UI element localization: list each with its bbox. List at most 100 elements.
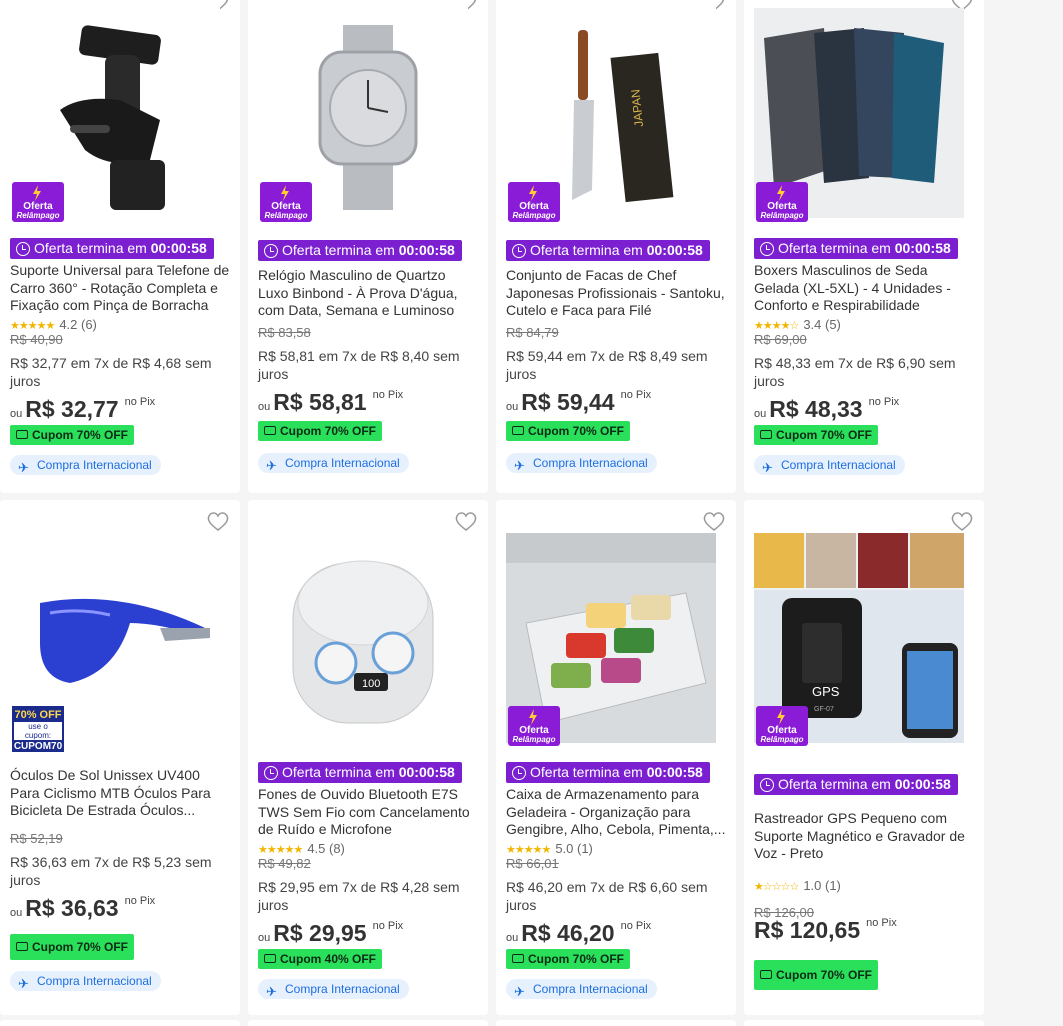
gps-device-label: GPS xyxy=(812,684,840,699)
product-image-phone-holder[interactable] xyxy=(10,0,220,210)
clock-icon xyxy=(760,241,774,256)
lightning-icon xyxy=(33,185,41,201)
watch-image xyxy=(258,0,468,210)
intl-label: Compra Internacional xyxy=(533,982,648,996)
timer-label: Oferta termina em xyxy=(34,240,147,256)
product-card[interactable]: Oferta Relâmpago Oferta termina em 00:00… xyxy=(248,0,488,493)
badge-line1: Oferta xyxy=(767,725,797,736)
product-card[interactable]: Oferta Relâmpago Oferta termina em 00:00… xyxy=(744,0,984,493)
pix-label: no Pix xyxy=(868,396,900,408)
rating-stars: ★★★★★ xyxy=(506,844,551,856)
rating-value: 3.4 (5) xyxy=(803,317,841,332)
product-rating: ★★★★★ 4.5 (8) xyxy=(258,841,345,856)
product-title[interactable]: Boxers Masculinos de Seda Gelada (XL-5XL… xyxy=(754,262,974,315)
pix-label: no Pix xyxy=(372,389,404,401)
product-image-knives[interactable]: JAPAN xyxy=(506,0,716,210)
rating-value: 4.5 (8) xyxy=(307,841,345,856)
badge-line2: Relâmpago xyxy=(512,735,556,744)
offer-timer: Oferta termina em 00:00:58 xyxy=(754,774,958,795)
next-row-card xyxy=(496,1020,736,1026)
product-title[interactable]: Relógio Masculino de Quartzo Luxo Binbon… xyxy=(258,267,478,320)
product-card[interactable]: 70% OFF use o cupom: CUPOM70 Óculos De S… xyxy=(0,500,240,1015)
earbuds-image: 100 xyxy=(258,533,468,743)
pix-price: ou R$ 32,77 no Pix xyxy=(10,396,155,423)
favorite-heart-icon[interactable] xyxy=(206,510,230,532)
flash-offer-badge: Oferta Relâmpago xyxy=(756,706,808,746)
timer-label: Oferta termina em xyxy=(530,764,643,780)
coupon-tag[interactable]: Cupom 70% OFF xyxy=(258,421,383,441)
product-title[interactable]: Caixa de Armazenamento para Geladeira - … xyxy=(506,786,726,839)
product-card[interactable]: JAPAN Oferta Relâmpago Oferta termina em… xyxy=(496,0,736,493)
pix-label: no Pix xyxy=(124,396,156,408)
lightning-icon xyxy=(529,709,537,725)
international-purchase-tag: ✈ Compra Internacional xyxy=(506,979,657,999)
flash-offer-badge: Oferta Relâmpago xyxy=(756,182,808,222)
product-title[interactable]: Óculos De Sol Unissex UV400 Para Ciclism… xyxy=(10,767,230,820)
price-prefix: ou xyxy=(506,932,519,944)
coupon-tag[interactable]: Cupom 40% OFF xyxy=(258,949,383,969)
product-card[interactable]: Oferta Relâmpago Oferta termina em 00:00… xyxy=(496,500,736,1015)
clock-icon xyxy=(512,765,526,780)
favorite-heart-icon[interactable] xyxy=(454,510,478,532)
flash-offer-badge: Oferta Relâmpago xyxy=(508,706,560,746)
product-title[interactable]: Fones de Ouvido Bluetooth E7S TWS Sem Fi… xyxy=(258,786,478,839)
airplane-icon: ✈ xyxy=(514,984,525,999)
clock-icon xyxy=(16,241,30,256)
rating-stars: ★★★★☆ xyxy=(754,320,799,332)
product-card[interactable]: 100 Oferta termina em 00:00:58 Fones de … xyxy=(248,500,488,1015)
coupon-tag[interactable]: Cupom 70% OFF xyxy=(754,960,879,990)
old-price: R$ 83,58 xyxy=(258,325,311,340)
badge-line2: Relâmpago xyxy=(760,211,804,220)
installments: R$ 32,77 em 7x de R$ 4,68 sem juros xyxy=(10,355,212,389)
rating-value: 5.0 (1) xyxy=(555,841,593,856)
coupon-tag[interactable]: Cupom 70% OFF xyxy=(10,425,135,445)
offer-timer: Oferta termina em 00:00:58 xyxy=(258,762,462,783)
product-card[interactable]: GPS GF-07 Oferta Relâmpago Oferta termin… xyxy=(744,500,984,1015)
timer-value: 00:00:58 xyxy=(894,240,951,256)
price-value: R$ 36,63 xyxy=(25,895,119,921)
favorite-heart-icon[interactable] xyxy=(702,510,726,532)
lightning-icon xyxy=(777,185,785,201)
favorite-heart-icon[interactable] xyxy=(950,510,974,532)
old-price: R$ 49,82 xyxy=(258,856,311,871)
coupon-label: Cupom 70% OFF xyxy=(776,968,873,982)
product-image-earbuds[interactable]: 100 xyxy=(258,533,468,743)
pix-label: no Pix xyxy=(124,895,156,907)
old-price: R$ 84,79 xyxy=(506,325,559,340)
product-image-watch[interactable] xyxy=(258,0,468,210)
coupon-label: Cupom 70% OFF xyxy=(32,428,129,442)
coupon-tag[interactable]: Cupom 70% OFF xyxy=(10,934,135,960)
gps-device-model: GF-07 xyxy=(814,706,834,713)
phone-holder-image xyxy=(10,0,220,210)
product-title[interactable]: Conjunto de Facas de Chef Japonesas Prof… xyxy=(506,267,726,320)
intl-label: Compra Internacional xyxy=(37,974,152,988)
coupon-tag[interactable]: Cupom 70% OFF xyxy=(506,949,631,969)
installments: R$ 48,33 em 7x de R$ 6,90 sem juros xyxy=(754,355,956,389)
price-value: R$ 32,77 xyxy=(25,396,119,422)
coupon-tag[interactable]: Cupom 70% OFF xyxy=(754,425,879,445)
flash-offer-badge: Oferta Relâmpago xyxy=(12,182,64,222)
intl-label: Compra Internacional xyxy=(781,458,896,472)
coupon-label: Cupom 70% OFF xyxy=(280,424,377,438)
timer-value: 00:00:58 xyxy=(646,764,703,780)
badge-line1: Oferta xyxy=(519,725,549,736)
rating-value: 4.2 (6) xyxy=(59,317,97,332)
lightning-icon xyxy=(281,185,289,201)
offer-timer: Oferta termina em 00:00:58 xyxy=(10,238,214,259)
coupon-label: Cupom 70% OFF xyxy=(776,428,873,442)
timer-value: 00:00:58 xyxy=(646,242,703,258)
price-value: R$ 58,81 xyxy=(273,389,367,415)
pix-label: no Pix xyxy=(866,917,897,929)
product-card[interactable]: Oferta Relâmpago Oferta termina em 00:00… xyxy=(0,0,240,493)
ticket-icon xyxy=(16,942,28,951)
offer-timer: Oferta termina em 00:00:58 xyxy=(258,240,462,261)
pix-price: R$ 120,65 no Pix xyxy=(754,917,897,944)
intl-label: Compra Internacional xyxy=(533,456,648,470)
product-title[interactable]: Suporte Universal para Telefone de Carro… xyxy=(10,262,230,315)
price-value: R$ 46,20 xyxy=(521,920,615,946)
promo-line2: use o cupom: xyxy=(14,722,62,740)
international-purchase-tag: ✈ Compra Internacional xyxy=(506,453,657,473)
product-title[interactable]: Rastreador GPS Pequeno com Suporte Magné… xyxy=(754,810,974,863)
coupon-tag[interactable]: Cupom 70% OFF xyxy=(506,421,631,441)
next-row-card xyxy=(0,1020,240,1026)
